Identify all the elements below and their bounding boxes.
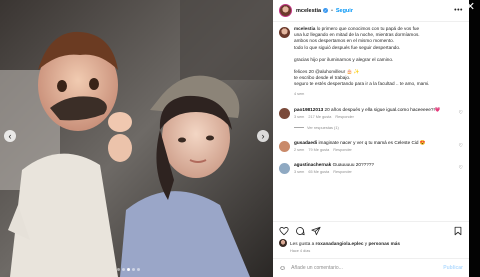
caption-line: seguro te estés despertando para ir a la… — [294, 81, 430, 87]
carousel-dots — [117, 268, 140, 271]
comment-text: imaginate nacer y ver q tu mamá es Celes… — [318, 139, 426, 145]
comment-like-icon[interactable]: ♡ — [459, 143, 463, 149]
comment-body: pao19812013 20 años después y ella sigue… — [294, 107, 444, 119]
likes-summary: Les gusta a roxanadangiola.eplec y perso… — [279, 239, 463, 247]
comment-avatar[interactable] — [279, 162, 290, 174]
likes-prefix: Les gusta a — [290, 240, 316, 246]
comment-time: 3 sem — [294, 114, 305, 119]
comment-item: gusadaedi imaginate nacer y ver q tu mam… — [279, 140, 463, 152]
comment-meta: 3 sem 217 Me gusta Responder — [294, 115, 444, 119]
view-replies-button[interactable]: Ver respuestas (1) — [294, 125, 463, 130]
comment-body: gusadaedi imaginate nacer y ver q tu mam… — [294, 140, 444, 152]
comment-avatar[interactable] — [279, 107, 290, 119]
post-panel: mcelestia ✓ • Seguir ••• mcelestia lo pr… — [273, 0, 469, 277]
comment-avatar[interactable] — [279, 140, 290, 152]
caption-avatar[interactable] — [279, 27, 290, 38]
comment-likes[interactable]: 217 Me gusta — [308, 115, 331, 119]
caption-text: lo primero que conocimos con tu papá de … — [316, 26, 420, 31]
comment-username[interactable]: pao19812013 — [294, 107, 323, 112]
comment-username[interactable]: agustinachernak — [294, 162, 331, 167]
comment-text-block: pao19812013 20 años después y ella sigue… — [294, 107, 444, 113]
view-replies-label: Ver respuestas (1) — [307, 124, 339, 130]
caption-row: mcelestia lo primero que conocimos con t… — [279, 26, 463, 97]
caption-time: 4 sem — [294, 91, 305, 96]
liker-avatar[interactable] — [279, 239, 287, 247]
author-username[interactable]: mcelestia — [296, 8, 321, 14]
post-photo — [0, 0, 273, 277]
comment-likes[interactable]: 65 Me gusta — [308, 170, 329, 174]
comment-username[interactable]: gusadaedi — [294, 140, 317, 145]
reply-button[interactable]: Responder — [333, 170, 352, 174]
reply-button[interactable]: Responder — [335, 115, 354, 119]
comment-item: pao19812013 20 años después y ella sigue… — [279, 107, 463, 119]
likes-text: Les gusta a roxanadangiola.eplec y perso… — [290, 241, 400, 246]
more-options-icon[interactable]: ••• — [454, 7, 463, 14]
bookmark-icon[interactable] — [453, 226, 463, 236]
post-actions: Les gusta a roxanadangiola.eplec y perso… — [273, 221, 469, 253]
post-header: mcelestia ✓ • Seguir ••• — [273, 0, 469, 22]
comment-text: 20 años después y ella sigue igual.como … — [324, 106, 441, 112]
comments-scroll-area[interactable]: mcelestia lo primero que conocimos con t… — [273, 22, 469, 220]
next-image-icon[interactable]: › — [257, 130, 269, 142]
replies-divider — [294, 126, 304, 128]
comment-time: 3 sem — [294, 169, 305, 174]
author-avatar[interactable] — [279, 4, 292, 17]
reply-button[interactable]: Responder — [333, 148, 352, 152]
follow-button[interactable]: Seguir — [336, 8, 353, 14]
header-separator: • — [331, 7, 333, 14]
likes-user[interactable]: roxanadangiola.eplec — [316, 241, 364, 246]
verified-badge-icon: ✓ — [323, 8, 329, 13]
comment-like-icon[interactable]: ♡ — [459, 110, 463, 116]
post-modal-overlay: ✕ ‹ › mcelestia ✓ • Seguir ••• mcelestia… — [0, 0, 480, 277]
comment-item: agustinachernak Guauuuuu 20????? 3 sem 6… — [279, 162, 463, 174]
comment-meta: 2 sem 79 Me gusta Responder — [294, 148, 444, 152]
post-card: ‹ › mcelestia ✓ • Seguir ••• mcelestia l… — [0, 0, 469, 277]
carousel-dot — [137, 268, 140, 271]
carousel-dot — [117, 268, 120, 271]
comment-icon[interactable] — [295, 226, 305, 236]
add-comment-bar: ☺ Publicar — [273, 258, 469, 277]
comment-input[interactable] — [291, 265, 444, 271]
likes-others[interactable]: personas más — [368, 241, 400, 246]
share-icon[interactable] — [311, 226, 321, 236]
caption: mcelestia lo primero que conocimos con t… — [294, 26, 430, 97]
comment-meta: 3 sem 65 Me gusta Responder — [294, 170, 444, 174]
carousel-dot — [132, 268, 135, 271]
carousel-dot — [122, 268, 125, 271]
comment-text: Guauuuuu 20????? — [332, 161, 375, 167]
action-icons — [279, 225, 463, 237]
carousel-dot-active — [127, 268, 130, 271]
publish-button[interactable]: Publicar — [443, 265, 463, 271]
comment-text-block: agustinachernak Guauuuuu 20????? — [294, 162, 444, 168]
comment-body: agustinachernak Guauuuuu 20????? 3 sem 6… — [294, 162, 444, 174]
post-time: Hace 4 días — [290, 249, 311, 253]
comment-like-icon[interactable]: ♡ — [459, 165, 463, 171]
post-media: ‹ › — [0, 0, 273, 277]
heart-icon[interactable] — [279, 226, 289, 236]
comment-time: 2 sem — [294, 147, 305, 152]
caption-username[interactable]: mcelestia — [294, 26, 315, 31]
prev-image-icon[interactable]: ‹ — [4, 130, 16, 142]
emoji-icon[interactable]: ☺ — [279, 265, 286, 272]
comment-likes[interactable]: 79 Me gusta — [308, 148, 329, 152]
comment-text-block: gusadaedi imaginate nacer y ver q tu mam… — [294, 140, 444, 146]
